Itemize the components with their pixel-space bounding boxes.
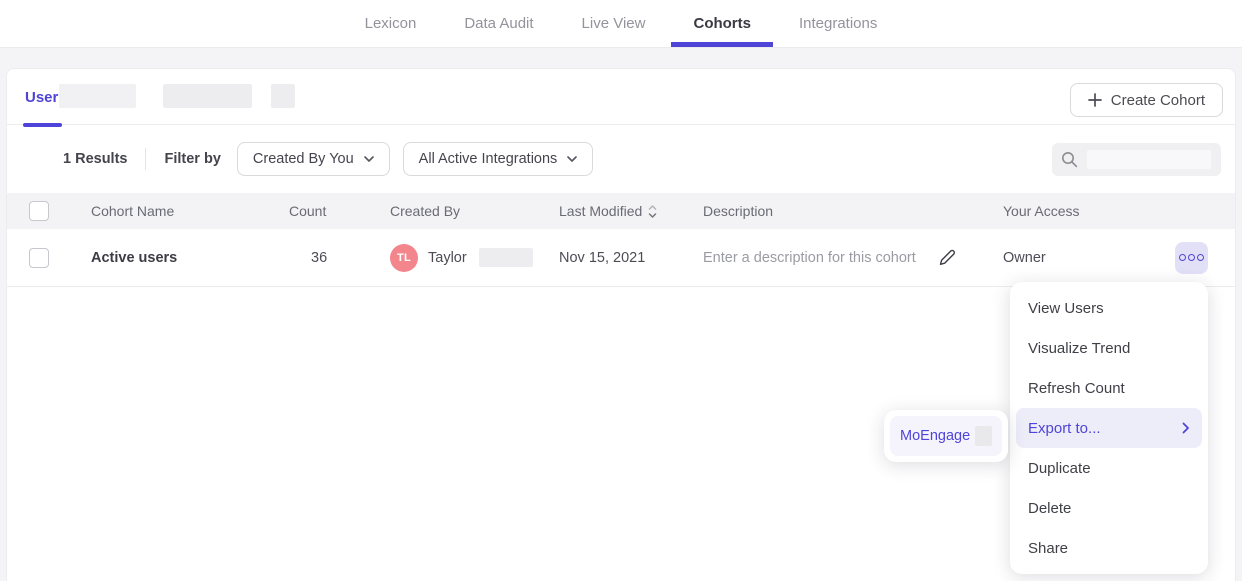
- submenu-item-moengage[interactable]: MoEngage: [890, 416, 1002, 456]
- tab-user[interactable]: User: [25, 69, 58, 125]
- column-description[interactable]: Description: [703, 203, 1003, 219]
- filter-bar: 1 Results Filter by Created By You All A…: [7, 125, 1235, 193]
- menu-item-delete[interactable]: Delete: [1016, 488, 1202, 528]
- column-your-access[interactable]: Your Access: [1003, 203, 1235, 219]
- plus-icon: [1088, 93, 1102, 107]
- create-cohort-label: Create Cohort: [1111, 92, 1205, 109]
- menu-item-share[interactable]: Share: [1016, 528, 1202, 568]
- tab-lexicon[interactable]: Lexicon: [365, 0, 417, 47]
- cohort-context-menu: View Users Visualize Trend Refresh Count…: [1010, 282, 1208, 574]
- avatar: TL: [390, 244, 418, 272]
- chevron-down-icon: [567, 156, 577, 163]
- redacted-search-text: [1087, 150, 1211, 169]
- menu-item-refresh-count[interactable]: Refresh Count: [1016, 368, 1202, 408]
- menu-item-visualize-trend[interactable]: Visualize Trend: [1016, 328, 1202, 368]
- search-icon: [1061, 151, 1078, 168]
- created-by-filter-dropdown[interactable]: Created By You: [237, 142, 390, 176]
- menu-item-view-users[interactable]: View Users: [1016, 288, 1202, 328]
- table-row: Active users 36 TL Taylor Nov 15, 2021 E…: [7, 229, 1235, 287]
- access-value: Owner: [1003, 250, 1046, 266]
- export-to-label: Export to...: [1028, 420, 1101, 437]
- moengage-label: MoEngage: [900, 428, 970, 444]
- description-placeholder[interactable]: Enter a description for this cohort: [703, 250, 916, 266]
- cohort-name-link[interactable]: Active users: [91, 250, 289, 266]
- description-cell: Enter a description for this cohort: [703, 249, 1003, 266]
- your-access-cell: Owner: [1003, 242, 1235, 274]
- sort-icon: [648, 205, 657, 218]
- table-header: Cohort Name Count Created By Last Modifi…: [7, 193, 1235, 229]
- menu-item-export-to[interactable]: Export to...: [1016, 408, 1202, 448]
- tab-data-audit[interactable]: Data Audit: [464, 0, 533, 47]
- chevron-right-icon: [1182, 422, 1190, 434]
- menu-item-duplicate[interactable]: Duplicate: [1016, 448, 1202, 488]
- column-last-modified[interactable]: Last Modified: [559, 203, 703, 219]
- column-created-by[interactable]: Created By: [390, 203, 559, 219]
- edit-description-pencil-icon[interactable]: [938, 249, 955, 266]
- export-submenu: MoEngage: [884, 410, 1008, 462]
- integrations-filter-label: All Active Integrations: [419, 151, 558, 167]
- select-all-checkbox[interactable]: [29, 201, 49, 221]
- more-dots-icon: [1179, 254, 1186, 261]
- tab-live-view[interactable]: Live View: [582, 0, 646, 47]
- column-last-modified-label: Last Modified: [559, 203, 642, 219]
- cohort-count: 36: [289, 250, 390, 266]
- chevron-down-icon: [364, 156, 374, 163]
- redacted-submenu-text: [975, 426, 992, 446]
- column-cohort-name[interactable]: Cohort Name: [91, 203, 289, 219]
- column-count[interactable]: Count: [289, 203, 390, 219]
- divider: [145, 148, 146, 170]
- created-by-cell: TL Taylor: [390, 244, 559, 272]
- redacted-tab-placeholder: [163, 84, 252, 108]
- redacted-tab-placeholder: [59, 84, 136, 108]
- redacted-creator-name: [479, 248, 533, 267]
- more-options-button[interactable]: [1175, 242, 1208, 274]
- redacted-tab-placeholder: [271, 84, 295, 108]
- integrations-filter-dropdown[interactable]: All Active Integrations: [403, 142, 594, 176]
- results-count: 1 Results: [63, 151, 127, 167]
- tab-cohorts[interactable]: Cohorts: [693, 0, 751, 47]
- create-cohort-button[interactable]: Create Cohort: [1070, 83, 1223, 117]
- creator-name: Taylor: [428, 250, 467, 266]
- filter-by-label: Filter by: [164, 151, 220, 167]
- tab-integrations[interactable]: Integrations: [799, 0, 877, 47]
- search-input[interactable]: [1052, 143, 1221, 176]
- last-modified-cell: Nov 15, 2021: [559, 250, 703, 266]
- top-navigation: Lexicon Data Audit Live View Cohorts Int…: [0, 0, 1242, 48]
- panel-header: User Create Cohort: [7, 69, 1235, 125]
- created-by-filter-label: Created By You: [253, 151, 354, 167]
- row-checkbox[interactable]: [29, 248, 49, 268]
